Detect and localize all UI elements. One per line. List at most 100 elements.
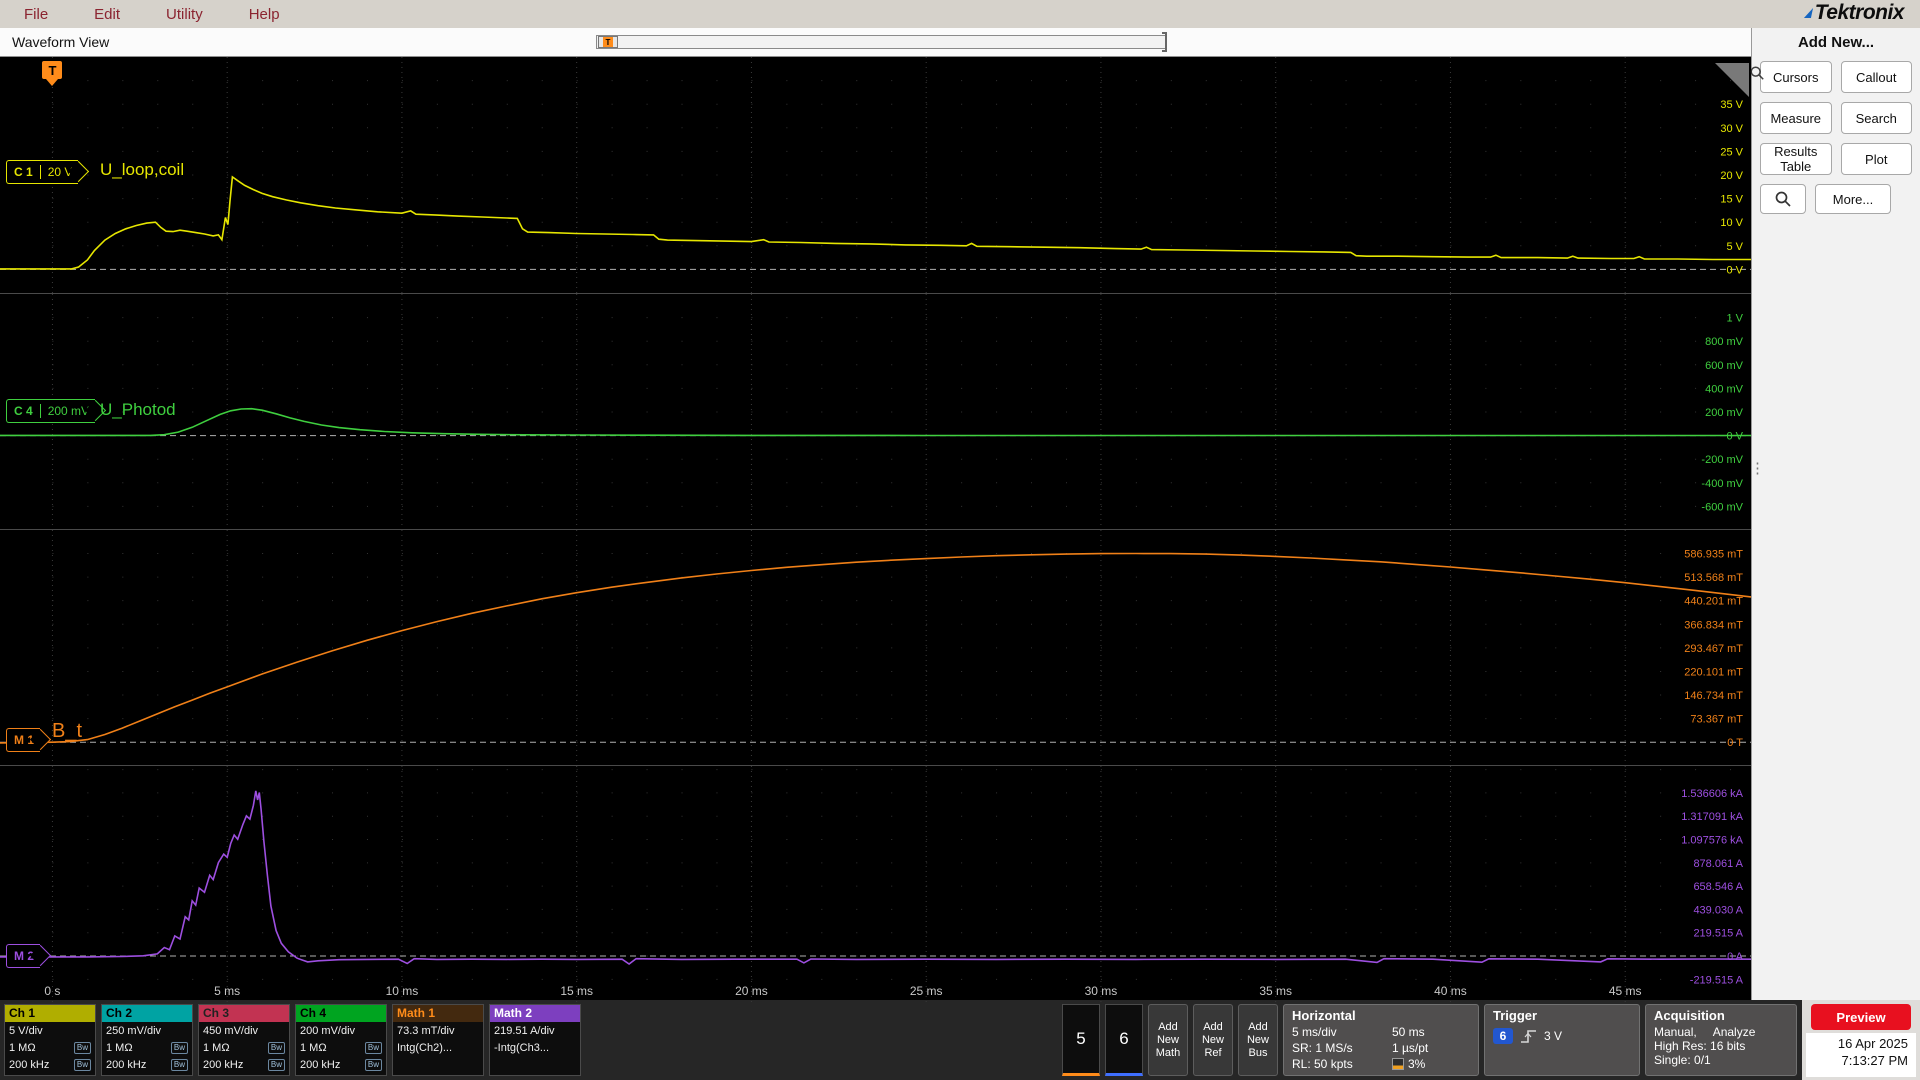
trigger-title: Trigger [1493, 1008, 1538, 1023]
add-new-bus-button[interactable]: Add New Bus [1238, 1004, 1278, 1076]
tektronix-logo: Tektronix [1803, 1, 1905, 25]
channel-card-math2[interactable]: Math 2 219.51 A/div -Intg(Ch3... [489, 1004, 581, 1076]
axis-label: 1.536606 kA [1681, 788, 1743, 800]
add-new-button-line: New [1156, 1033, 1179, 1046]
channel-card-value: 1 MΩ [203, 1041, 230, 1054]
slice-graticule-svg: 586.935 mT 513.568 mT 440.201 mT 366.834 mT… [0, 530, 1751, 766]
channel-card-value: 250 mV/div [106, 1024, 162, 1037]
axis-label: 513.568 mT [1684, 572, 1743, 584]
menu-item-help[interactable]: Help [249, 6, 280, 23]
trigger-flag[interactable]: T [42, 61, 63, 86]
channel-card-value: -Intg(Ch3... [494, 1041, 550, 1054]
tekscope-app: File Edit Utility Help Tektronix Waveform V… [0, 0, 1920, 1080]
x-axis-label: 35 ms [1259, 984, 1292, 998]
axis-label: 30 V [1720, 123, 1743, 135]
axis-label: 1.097576 kA [1681, 835, 1743, 847]
horizontal-title: Horizontal [1292, 1008, 1356, 1023]
axis-label: 10 V [1720, 217, 1743, 229]
add-new-button-grid: Cursors Callout Measure Search Results Table… [1760, 61, 1912, 175]
x-axis-label: 5 ms [214, 984, 240, 998]
channel-badge-math2[interactable]: M 2 [6, 944, 41, 968]
channel-cards: Ch 1 5 V/div 1 MΩ Bw 200 kHz Bw Ch 2 250 mV/div… [4, 1004, 581, 1076]
measure-button[interactable]: Measure [1760, 102, 1832, 134]
channel-card-ch3[interactable]: Ch 3 450 mV/div 1 MΩ Bw 200 kHz Bw [198, 1004, 290, 1076]
channel-card-row: 200 kHz Bw [102, 1056, 192, 1073]
zoom-tool-button[interactable] [1760, 184, 1806, 214]
channel-badge-ch1[interactable]: C 1 20 V [6, 160, 79, 184]
waveform-slice-math2[interactable]: 1.536606 kA 1.317091 kA 1.097576 kA 878.061… [0, 765, 1751, 1002]
channel-badge-ch4[interactable]: C 4 200 mV [6, 399, 96, 423]
channel-card-value: 219.51 A/div [494, 1024, 555, 1037]
x-axis-label: 10 ms [386, 984, 419, 998]
tektronix-logo-accent [1803, 8, 1813, 18]
horizontal-window: 50 ms [1392, 1025, 1425, 1039]
zoom-corner-button[interactable] [1715, 63, 1764, 97]
results-table-button[interactable]: Results Table [1760, 143, 1832, 175]
add-new-button-line: New [1201, 1033, 1224, 1046]
trace-ch1 [0, 175, 1751, 270]
plot-button[interactable]: Plot [1840, 143, 1912, 175]
add-new-button-line: Add [1248, 1020, 1268, 1033]
menubar-items: File Edit Utility Help [0, 6, 280, 23]
axis-label: 439.030 A [1693, 904, 1743, 916]
axis-label: 200 mV [1705, 407, 1744, 419]
channel-card-title: Math 1 [393, 1005, 483, 1022]
horizontal-panel[interactable]: Horizontal 5 ms/div 50 ms SR: 1 MS/s 1 µ… [1283, 1004, 1479, 1076]
add-new-math-button[interactable]: Add New Math [1148, 1004, 1188, 1076]
bottombar-spacer [586, 1004, 1057, 1076]
panel-splitter-handle[interactable]: ⋮ [1750, 461, 1765, 476]
channel-card-value: 200 kHz [106, 1058, 147, 1071]
axis-label: -200 mV [1701, 454, 1743, 466]
acquisition-analyze: Analyze [1712, 1025, 1756, 1039]
source-button-5[interactable]: 5 [1062, 1004, 1100, 1076]
cursors-button[interactable]: Cursors [1760, 61, 1832, 93]
search-button[interactable]: Search [1840, 102, 1912, 134]
trigger-panel[interactable]: Trigger 6 3 V [1484, 1004, 1640, 1076]
axis-label: 800 mV [1705, 336, 1744, 348]
channel-card-title: Math 2 [490, 1005, 580, 1022]
add-new-ref-button[interactable]: Add New Ref [1193, 1004, 1233, 1076]
axis-label: 600 mV [1705, 360, 1744, 372]
horizontal-position-bar[interactable]: T [596, 32, 1167, 52]
waveform-slice-ch4[interactable]: 1 V 800 mV 600 mV 400 mV 200 mV 0 V -200 mV -40… [0, 293, 1751, 530]
waveform-slice-math1[interactable]: 586.935 mT 513.568 mT 440.201 mT 366.834 mT… [0, 529, 1751, 766]
bandwidth-limit-icon: Bw [364, 1041, 382, 1054]
zoom-magnifier-icon [1750, 66, 1764, 80]
channel-card-math1[interactable]: Math 1 73.3 mT/div Intg(Ch2)... [392, 1004, 484, 1076]
channel-card-title: Ch 2 [102, 1005, 192, 1022]
channel-badge-math1[interactable]: M 1 [6, 728, 41, 752]
callout-button[interactable]: Callout [1840, 61, 1912, 93]
channel-card-value: 200 kHz [9, 1058, 50, 1071]
axis-label: -600 mV [1701, 501, 1743, 513]
trace-name-ch1: U_loop,coil [100, 160, 185, 179]
acquisition-panel[interactable]: Acquisition Manual, Analyze High Res: 16… [1645, 1004, 1797, 1076]
waveform-view-titlebar: Waveform View T [0, 28, 1751, 57]
channel-card-ch2[interactable]: Ch 2 250 mV/div 1 MΩ Bw 200 kHz Bw [101, 1004, 193, 1076]
axis-label: 1.317091 kA [1681, 811, 1743, 823]
channel-card-ch4[interactable]: Ch 4 200 mV/div 1 MΩ Bw 200 kHz Bw [295, 1004, 387, 1076]
channel-card-value: 1 MΩ [106, 1041, 133, 1054]
channel-card-ch1[interactable]: Ch 1 5 V/div 1 MΩ Bw 200 kHz Bw [4, 1004, 96, 1076]
channel-badge-id: C 1 [14, 165, 33, 179]
channel-badge-id: C 4 [14, 404, 33, 418]
axis-label: 0 V [1726, 431, 1743, 443]
menu-item-file[interactable]: File [24, 6, 48, 23]
source-button-6[interactable]: 6 [1105, 1004, 1143, 1076]
horizontal-position-handle[interactable]: T [598, 36, 618, 48]
memory-usage: 3% [1392, 1057, 1470, 1071]
channel-card-title: Ch 4 [296, 1005, 386, 1022]
waveform-slice-ch1[interactable]: 35 V 30 V 25 V 20 V 15 V 10 V 5 V 0 V C 1 20 V U_l… [0, 57, 1764, 293]
menu-item-utility[interactable]: Utility [166, 6, 203, 23]
menu-item-edit[interactable]: Edit [94, 6, 120, 23]
record-length: RL: 50 kpts [1292, 1057, 1353, 1071]
add-new-buttons: Add New Math Add New Ref Add New Bus [1148, 1004, 1278, 1076]
channel-card-row: 200 kHz Bw [5, 1056, 95, 1073]
axis-label: 35 V [1720, 99, 1743, 111]
axis-label: -400 mV [1701, 478, 1743, 490]
magnifier-icon [1775, 191, 1791, 207]
channel-card-value: 1 MΩ [9, 1041, 36, 1054]
axis-label: 20 V [1720, 170, 1743, 182]
x-axis-label: 20 ms [735, 984, 768, 998]
more-button[interactable]: More... [1815, 184, 1891, 214]
preview-button[interactable]: Preview [1811, 1004, 1911, 1030]
